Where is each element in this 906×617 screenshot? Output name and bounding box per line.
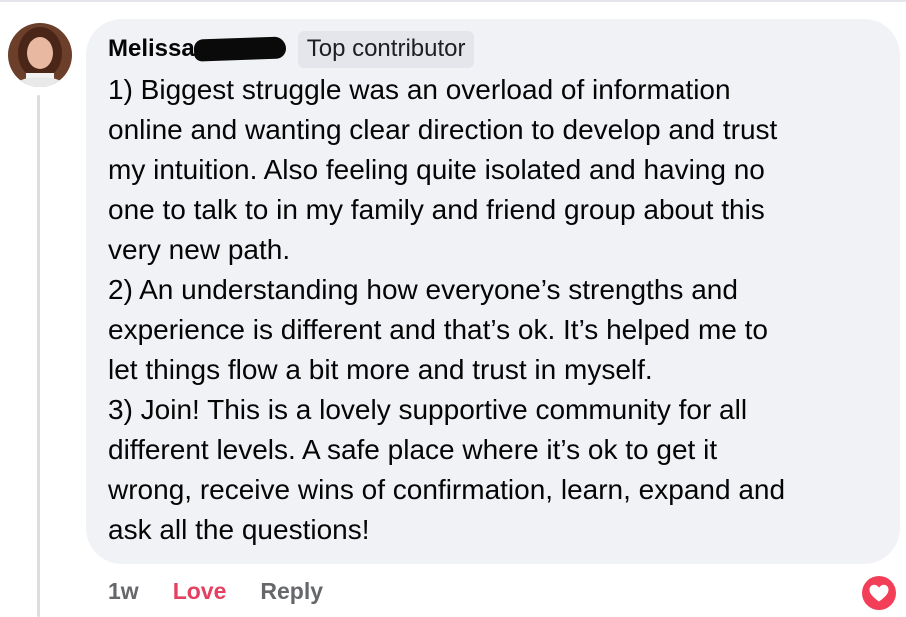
comment-header: Melissa Top contributor	[108, 30, 475, 68]
reply-button[interactable]: Reply	[260, 578, 323, 605]
comment-line: very new path.	[108, 234, 291, 265]
comment-actions: 1w Love Reply	[108, 578, 323, 605]
comment-line: let things flow a bit more and trust in …	[108, 354, 653, 385]
love-button[interactable]: Love	[173, 578, 227, 605]
thread-line	[37, 95, 40, 617]
top-contributor-badge[interactable]: Top contributor	[297, 30, 475, 68]
comment-line: one to talk to in my family and friend g…	[108, 194, 765, 225]
divider	[0, 0, 906, 2]
love-reaction-icon	[862, 576, 896, 610]
avatar[interactable]	[8, 23, 72, 87]
reaction-summary[interactable]	[860, 574, 898, 612]
comment-line: wrong, receive wins of confirmation, lea…	[108, 474, 786, 505]
comment-line: ask all the questions!	[108, 514, 370, 545]
author-name[interactable]: Melissa	[108, 35, 195, 63]
name-redaction	[193, 36, 287, 62]
comment-line: 1) Biggest struggle was an overload of i…	[108, 74, 731, 105]
comment-body: 1) Biggest struggle was an overload of i…	[108, 70, 888, 550]
comment-line: different levels. A safe place where it’…	[108, 434, 718, 465]
comment-thread: Melissa Top contributor 1) Biggest strug…	[0, 0, 906, 617]
comment-line: online and wanting clear direction to de…	[108, 114, 778, 145]
comment-line: 2) An understanding how everyone’s stren…	[108, 274, 738, 305]
comment-line: 3) Join! This is a lovely supportive com…	[108, 394, 748, 425]
timestamp[interactable]: 1w	[108, 578, 139, 605]
comment-line: experience is different and that’s ok. I…	[108, 314, 768, 345]
comment-line: my intuition. Also feeling quite isolate…	[108, 154, 765, 185]
